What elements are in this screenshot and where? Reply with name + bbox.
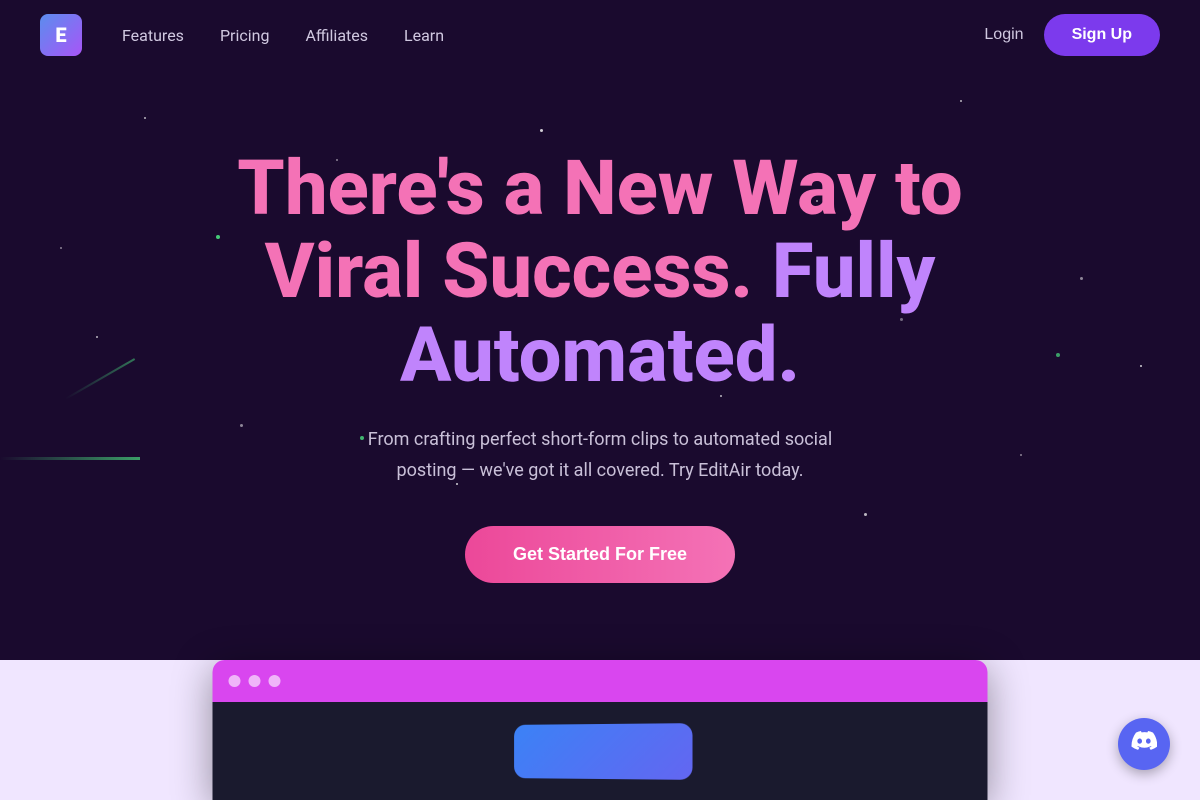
- window-dot-1: [229, 675, 241, 687]
- logo-text: E: [55, 23, 66, 47]
- nav-link-pricing[interactable]: Pricing: [220, 26, 270, 45]
- glow-line: [0, 457, 140, 460]
- hero-title: There's a New Way to Viral Success. Full…: [237, 147, 962, 398]
- star: [960, 100, 962, 102]
- glow-line-angled: [65, 358, 135, 400]
- cta-button[interactable]: Get Started For Free: [465, 526, 735, 583]
- app-window: [213, 660, 988, 800]
- star: [1020, 454, 1022, 456]
- nav-item-affiliates[interactable]: Affiliates: [305, 26, 368, 45]
- star: [60, 247, 62, 249]
- logo[interactable]: E: [40, 14, 82, 56]
- nav-item-learn[interactable]: Learn: [404, 26, 444, 45]
- nav-links: Features Pricing Affiliates Learn: [122, 26, 444, 45]
- star: [1080, 277, 1083, 280]
- nav-item-features[interactable]: Features: [122, 26, 184, 45]
- discord-icon: [1131, 731, 1157, 757]
- navbar-left: E Features Pricing Affiliates Learn: [40, 14, 444, 56]
- star: [1140, 365, 1142, 367]
- hero-section: There's a New Way to Viral Success. Full…: [0, 70, 1200, 660]
- star: [144, 117, 146, 119]
- hero-title-line3: Automated.: [400, 310, 800, 400]
- nav-link-learn[interactable]: Learn: [404, 26, 444, 45]
- nav-link-features[interactable]: Features: [122, 26, 184, 45]
- hero-title-line1: There's a New Way to: [237, 143, 962, 233]
- navbar-right: Login Sign Up: [984, 14, 1160, 56]
- login-button[interactable]: Login: [984, 26, 1023, 44]
- accent-dot: [216, 235, 220, 239]
- window-content: [213, 702, 988, 800]
- window-shape: [514, 723, 692, 780]
- navbar: E Features Pricing Affiliates Learn Logi…: [0, 0, 1200, 70]
- nav-link-affiliates[interactable]: Affiliates: [305, 26, 368, 45]
- hero-subtitle: From crafting perfect short-form clips t…: [340, 425, 860, 486]
- accent-dot: [1056, 353, 1060, 357]
- star: [864, 513, 867, 516]
- nav-item-pricing[interactable]: Pricing: [220, 26, 270, 45]
- star: [96, 336, 98, 338]
- window-titlebar: [213, 660, 988, 702]
- window-dot-2: [249, 675, 261, 687]
- signup-button[interactable]: Sign Up: [1044, 14, 1160, 56]
- star: [240, 424, 243, 427]
- hero-title-line2-purple: Fully: [753, 226, 935, 316]
- window-dot-3: [269, 675, 281, 687]
- star: [540, 129, 543, 132]
- hero-title-line2-pink: Viral Success.: [265, 226, 753, 316]
- bottom-section: [0, 660, 1200, 800]
- discord-button[interactable]: [1118, 718, 1170, 770]
